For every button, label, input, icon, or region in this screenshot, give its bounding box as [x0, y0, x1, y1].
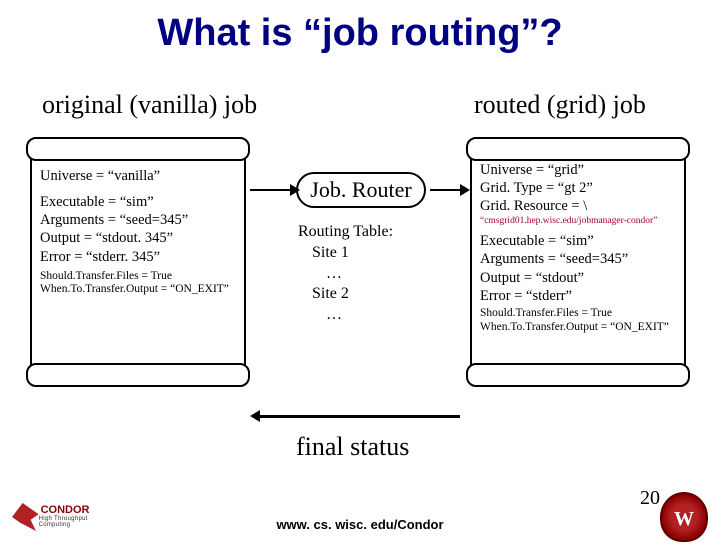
- line: When.To.Transfer.Output = “ON_EXIT”: [40, 283, 236, 297]
- routing-site: Site 1: [312, 243, 393, 264]
- routing-dots: …: [326, 264, 393, 285]
- slide-title: What is “job routing”?: [0, 12, 720, 55]
- page-number: 20: [640, 487, 660, 510]
- condor-logo: CONDOR High Throughput Computing: [12, 496, 112, 538]
- uw-crest-w: W: [662, 508, 706, 531]
- condor-bird-icon: [12, 503, 39, 531]
- routed-job-scroll: Universe = “grid” Grid. Type = “gt 2” Gr…: [470, 147, 686, 377]
- routing-dots: …: [326, 305, 393, 326]
- line: Universe = “grid”: [480, 161, 676, 179]
- job-router-label: Job. Router: [310, 177, 411, 203]
- line: Arguments = “seed=345”: [480, 250, 676, 268]
- line: Grid. Type = “gt 2”: [480, 179, 676, 197]
- arrow-to-router-icon: [250, 189, 290, 191]
- arrow-final-status-icon: [260, 415, 460, 418]
- routing-table-title: Routing Table:: [298, 222, 393, 243]
- condor-logo-text: CONDOR: [41, 506, 112, 516]
- routing-site: Site 2: [312, 284, 393, 305]
- line: “cmsgrid01.hep.wisc.edu/jobmanager-condo…: [480, 216, 676, 228]
- original-job-scroll: Universe = “vanilla” Executable = “sim” …: [30, 147, 246, 377]
- line: Error = “stderr”: [480, 287, 676, 305]
- uw-crest-icon: W: [660, 492, 708, 542]
- routing-table: Routing Table: Site 1 … Site 2 …: [298, 222, 393, 326]
- final-status-label: final status: [296, 432, 409, 462]
- line: Executable = “sim”: [40, 193, 236, 211]
- line: Output = “stdout. 345”: [40, 229, 236, 247]
- line: Should.Transfer.Files = True: [480, 307, 676, 321]
- arrow-to-routed-icon: [430, 189, 460, 191]
- job-router-box: Job. Router: [296, 172, 426, 208]
- line: When.To.Transfer.Output = “ON_EXIT”: [480, 321, 676, 335]
- line: Error = “stderr. 345”: [40, 248, 236, 266]
- right-column-label: routed (grid) job: [474, 90, 646, 120]
- line: Universe = “vanilla”: [40, 167, 236, 185]
- line: Should.Transfer.Files = True: [40, 270, 236, 284]
- line: Executable = “sim”: [480, 232, 676, 250]
- line: Grid. Resource = \: [480, 197, 676, 215]
- line: Output = “stdout”: [480, 269, 676, 287]
- condor-logo-sub: High Throughput Computing: [39, 516, 112, 528]
- line: Arguments = “seed=345”: [40, 211, 236, 229]
- left-column-label: original (vanilla) job: [42, 90, 257, 120]
